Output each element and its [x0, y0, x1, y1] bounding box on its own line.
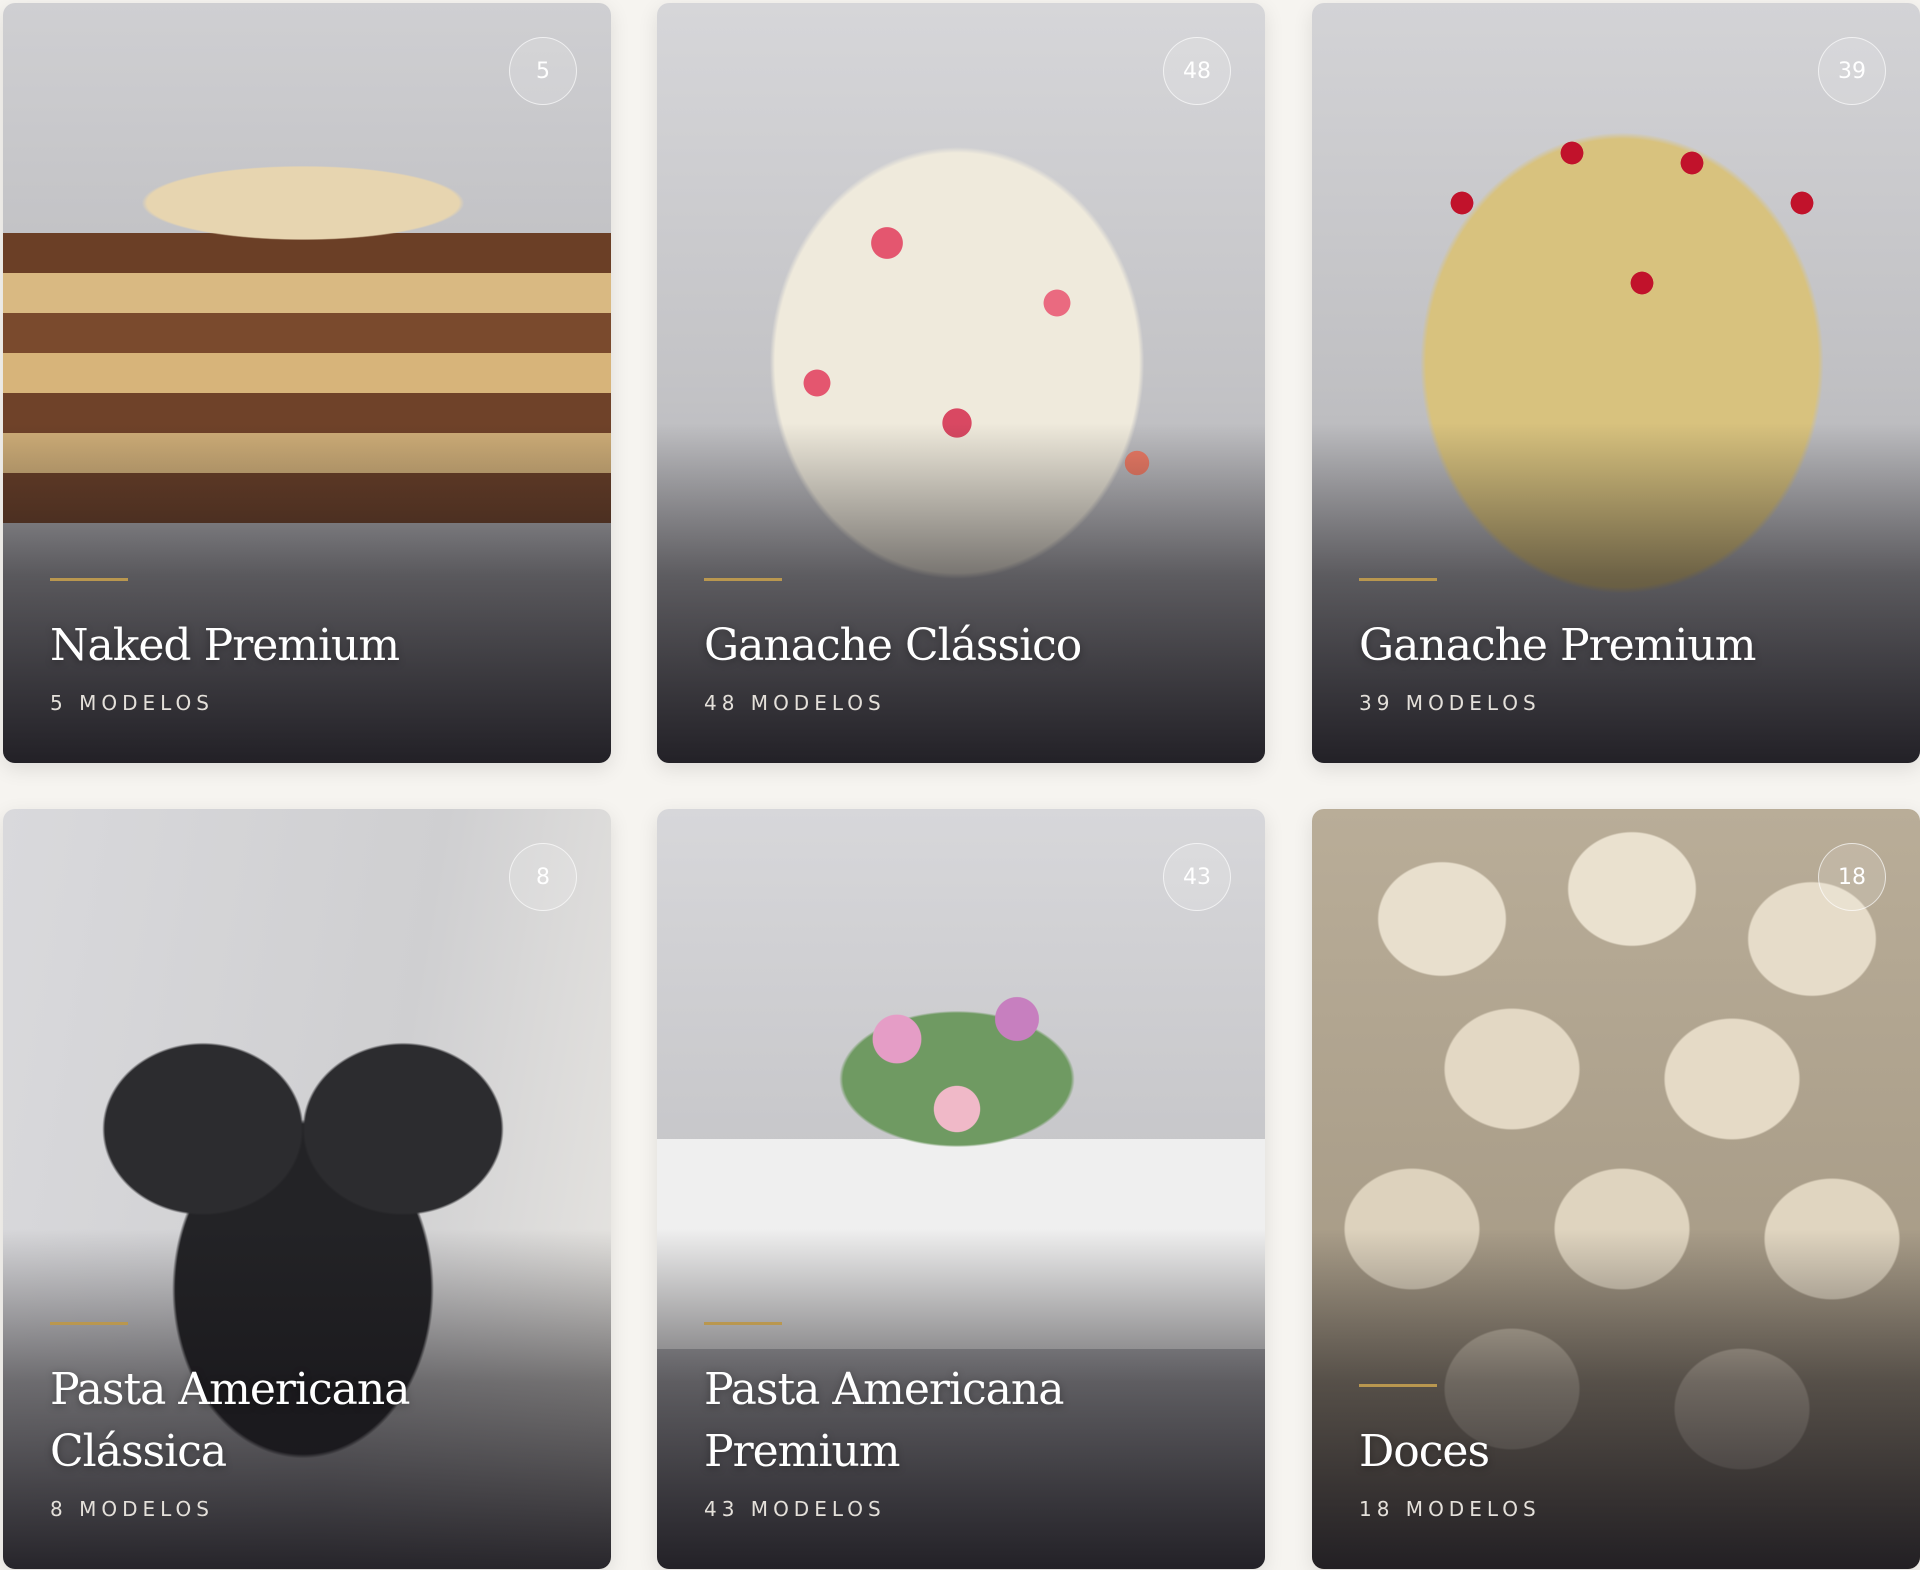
card-title: Naked Premium [50, 620, 400, 671]
card-title: Doces [1359, 1426, 1490, 1477]
card-subtitle: 43 MODELOS [704, 1497, 886, 1521]
accent-line [50, 578, 128, 581]
category-card-ganache-classico[interactable]: 48 Ganache Clássico 48 MODELOS [657, 3, 1265, 763]
category-card-ganache-premium[interactable]: 39 Ganache Premium 39 MODELOS [1312, 3, 1920, 763]
card-subtitle: 8 MODELOS [50, 1497, 214, 1521]
card-caption: Ganache Premium 39 MODELOS [1359, 578, 1890, 715]
accent-line [1359, 578, 1437, 581]
card-subtitle: 48 MODELOS [704, 691, 886, 715]
card-subtitle: 5 MODELOS [50, 691, 214, 715]
category-card-pasta-americana-classica[interactable]: 8 Pasta Americana Clássica 8 MODELOS [3, 809, 611, 1569]
card-caption: Doces 18 MODELOS [1359, 1384, 1890, 1521]
card-caption: Naked Premium 5 MODELOS [50, 578, 581, 715]
category-card-pasta-americana-premium[interactable]: 43 Pasta Americana Premium 43 MODELOS [657, 809, 1265, 1569]
count-badge: 8 [509, 843, 577, 911]
card-subtitle: 18 MODELOS [1359, 1497, 1541, 1521]
accent-line [1359, 1384, 1437, 1387]
card-title: Pasta Americana Clássica [50, 1364, 410, 1477]
card-title: Ganache Premium [1359, 620, 1757, 671]
category-card-naked-premium[interactable]: 5 Naked Premium 5 MODELOS [3, 3, 611, 763]
category-card-doces[interactable]: 18 Doces 18 MODELOS [1312, 809, 1920, 1569]
card-title: Ganache Clássico [704, 620, 1082, 671]
category-grid: 5 Naked Premium 5 MODELOS 48 Ganache Clá… [0, 0, 1920, 1570]
card-caption: Pasta Americana Clássica 8 MODELOS [50, 1322, 581, 1521]
accent-line [50, 1322, 128, 1325]
card-title: Pasta Americana Premium [704, 1364, 1064, 1477]
count-badge: 39 [1818, 37, 1886, 105]
card-caption: Pasta Americana Premium 43 MODELOS [704, 1322, 1235, 1521]
count-badge: 48 [1163, 37, 1231, 105]
count-badge: 43 [1163, 843, 1231, 911]
card-subtitle: 39 MODELOS [1359, 691, 1541, 715]
count-badge: 18 [1818, 843, 1886, 911]
accent-line [704, 1322, 782, 1325]
count-badge: 5 [509, 37, 577, 105]
accent-line [704, 578, 782, 581]
card-caption: Ganache Clássico 48 MODELOS [704, 578, 1235, 715]
